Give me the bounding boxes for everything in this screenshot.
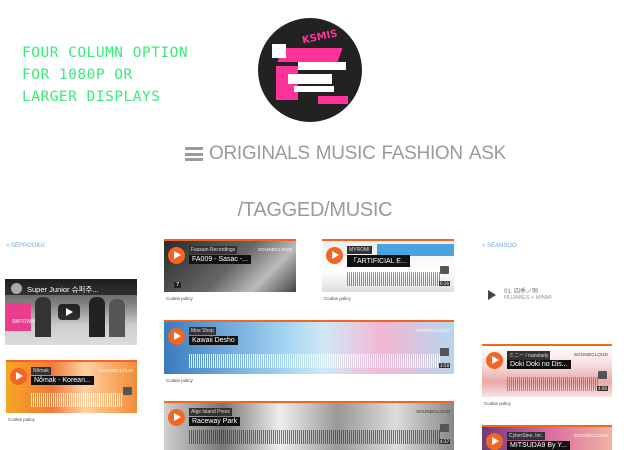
- soundcloud-logo[interactable]: SOUNDCLOUD: [258, 247, 292, 252]
- embed-artist[interactable]: CyberSine, Inc.: [507, 432, 546, 440]
- embed-track[interactable]: Raceway Park: [189, 417, 241, 426]
- nav-ask[interactable]: ASK: [469, 143, 506, 165]
- share-icon[interactable]: [440, 348, 449, 356]
- audio-artist: NUJABES + MINMI: [504, 295, 552, 301]
- nav-music[interactable]: MUSIC: [316, 143, 376, 165]
- play-icon[interactable]: [486, 352, 503, 369]
- site-logo[interactable]: KSMIS: [258, 18, 362, 122]
- track-duration: 3:58: [439, 363, 450, 368]
- soundcloud-logo[interactable]: SOUNDCLOUD: [99, 368, 133, 373]
- cookie-policy-link[interactable]: Cookie policy: [484, 401, 511, 406]
- soundcloud-embed[interactable]: MYROMI 「ARTIFICIAL E... 6:26 Cookie poli…: [322, 239, 454, 302]
- embed-artist[interactable]: ミニー / nanolady: [507, 351, 551, 360]
- logo-text: KSMIS: [301, 28, 339, 47]
- waveform[interactable]: [507, 377, 598, 391]
- waveform[interactable]: [189, 354, 440, 368]
- embed-track[interactable]: Nômak - Korean...: [31, 376, 94, 385]
- cookie-policy-link[interactable]: Cookie policy: [166, 296, 193, 301]
- soundcloud-logo[interactable]: SOUNDCLOUD: [574, 352, 608, 357]
- cookie-policy-link[interactable]: Cookie policy: [324, 296, 351, 301]
- embed-track[interactable]: MITSUDA9 By Y...: [507, 441, 570, 450]
- play-icon[interactable]: [10, 368, 27, 385]
- audio-play-icon[interactable]: [488, 290, 496, 300]
- embed-track[interactable]: Doki Doki no Dis...: [507, 360, 571, 369]
- promo-line-2: FOR 1080P OR: [22, 67, 133, 83]
- play-icon[interactable]: [486, 433, 503, 450]
- reblog-link-left[interactable]: « SEPPOOKU: [6, 243, 45, 249]
- play-icon[interactable]: [326, 247, 343, 264]
- video-embed[interactable]: Super Junior 슈퍼주... SMTOWN: [5, 279, 137, 345]
- soundcloud-embed[interactable]: Nômak Nômak - Korean... SOUNDCLOUD Cooki…: [6, 360, 137, 423]
- share-icon[interactable]: [598, 371, 607, 379]
- embed-artist[interactable]: Nômak: [31, 367, 51, 375]
- track-duration: 4:37: [439, 439, 450, 444]
- soundcloud-embed[interactable]: Fassain Recordings FA009 - Sasac -... SO…: [164, 239, 296, 302]
- video-channel-label: SMTOWN: [12, 319, 35, 325]
- cookie-policy-link[interactable]: Cookie policy: [166, 378, 193, 383]
- embed-artist[interactable]: Alge Island Press: [189, 408, 232, 416]
- promo-line-1: FOUR COLUMN OPTION: [22, 45, 189, 61]
- share-icon[interactable]: [123, 387, 132, 395]
- play-icon[interactable]: [168, 328, 185, 345]
- soundcloud-embed[interactable]: Moe Shop Kawaii Desho SOUNDCLOUD 3:58 Co…: [164, 320, 454, 384]
- embed-artist[interactable]: Moe Shop: [189, 327, 216, 335]
- soundcloud-embed[interactable]: CyberSine, Inc. MITSUDA9 By Y... SOUNDCL…: [482, 425, 612, 450]
- soundcloud-logo[interactable]: SOUNDCLOUD: [416, 409, 450, 414]
- soundcloud-logo[interactable]: SOUNDCLOUD: [416, 328, 450, 333]
- nav-fashion[interactable]: FASHION: [382, 143, 464, 165]
- track-duration: 6:26: [439, 281, 450, 286]
- soundcloud-logo[interactable]: SOUNDCLOUD: [574, 433, 608, 438]
- video-title[interactable]: Super Junior 슈퍼주...: [27, 284, 99, 295]
- waveform[interactable]: [347, 272, 440, 286]
- embed-artist[interactable]: MYROMI: [347, 246, 372, 254]
- embed-artist[interactable]: Fassain Recordings: [189, 246, 238, 254]
- share-icon[interactable]: [440, 424, 449, 432]
- cookie-policy-link[interactable]: Cookie policy: [8, 417, 35, 422]
- video-play-icon[interactable]: [58, 304, 80, 320]
- channel-avatar: [11, 283, 22, 294]
- audio-player[interactable]: 01. 四季ノ唄 NUJABES + MINMI: [482, 283, 622, 307]
- promo-text: FOUR COLUMN OPTION FOR 1080P OR LARGER D…: [22, 42, 188, 108]
- waveform[interactable]: [31, 393, 123, 407]
- promo-line-3: LARGER DISPLAYS: [22, 89, 161, 105]
- embed-track[interactable]: Kawaii Desho: [189, 336, 238, 345]
- embed-track[interactable]: FA009 - Sasac -...: [189, 255, 252, 264]
- nav-originals[interactable]: ORIGINALS: [209, 143, 310, 165]
- menu-icon[interactable]: [185, 147, 203, 161]
- track-duration: 4:06: [597, 386, 608, 391]
- embed-count: 7: [174, 282, 182, 288]
- play-icon[interactable]: [168, 247, 185, 264]
- main-nav: ORIGINALS MUSIC FASHION ASK: [185, 142, 512, 166]
- waveform[interactable]: [189, 430, 440, 444]
- audio-title: 01. 四季ノ唄: [504, 289, 539, 295]
- soundcloud-embed[interactable]: Alge Island Press Raceway Park SOUNDCLOU…: [164, 401, 454, 450]
- page-title: /TAGGED/MUSIC: [237, 199, 393, 221]
- embed-track[interactable]: 「ARTIFICIAL E...: [347, 255, 410, 267]
- soundcloud-embed[interactable]: ミニー / nanolady Doki Doki no Dis... SOUND…: [482, 344, 612, 407]
- play-icon[interactable]: [168, 409, 185, 426]
- reblog-link-right[interactable]: « SEANSOO: [482, 243, 517, 249]
- share-icon[interactable]: [440, 266, 449, 274]
